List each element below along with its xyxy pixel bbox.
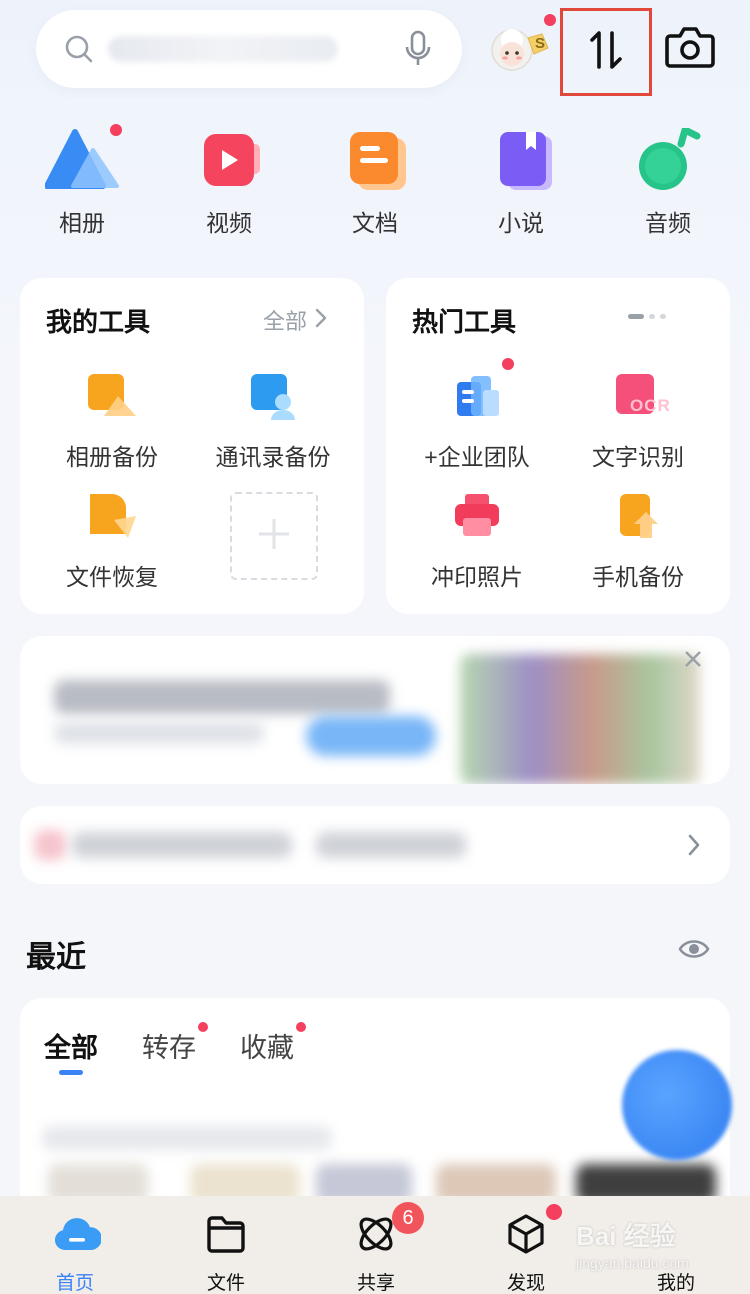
banner-text-blurred <box>54 680 390 714</box>
nav-files[interactable]: 文件 <box>181 1212 271 1294</box>
banner-button-blurred <box>306 716 436 756</box>
enterprise-team-icon <box>449 372 505 424</box>
tool-album-backup[interactable]: 相册备份 <box>27 372 197 472</box>
my-tools-all-link[interactable]: 全部 <box>263 304 327 336</box>
eye-icon[interactable] <box>678 936 710 967</box>
avatar-badge: S <box>535 35 546 52</box>
transfer-sort-icon <box>584 28 628 77</box>
audio-icon <box>631 126 705 194</box>
notice-icon-blurred <box>34 830 66 860</box>
tab-transfer[interactable]: 转存 <box>142 1026 196 1065</box>
tab-all[interactable]: 全部 <box>44 1026 98 1065</box>
print-photo-icon <box>449 492 505 544</box>
recent-title: 最近 <box>26 941 86 974</box>
banner-subtext-blurred <box>54 722 264 744</box>
video-icon <box>192 128 266 194</box>
share-badge: 6 <box>392 1202 424 1234</box>
my-tools-card: 我的工具 全部 相册备份 通讯录备份 文件恢复 <box>20 278 364 614</box>
avatar-notification-dot <box>544 14 556 26</box>
tool-file-recovery[interactable]: 文件恢复 <box>27 492 197 592</box>
contacts-backup-icon <box>245 372 301 424</box>
category-audio[interactable]: 音频 <box>623 126 713 238</box>
album-backup-icon <box>84 372 140 424</box>
enterprise-team-notification-dot <box>502 358 514 370</box>
nav-home[interactable]: 首页 <box>30 1212 120 1294</box>
search-placeholder-blurred <box>108 36 338 62</box>
discover-box-icon <box>504 1212 548 1256</box>
ocr-icon: OCR <box>610 372 670 424</box>
camera-icon <box>664 27 716 74</box>
chevron-right-icon <box>315 308 327 333</box>
microphone-icon[interactable] <box>404 30 432 73</box>
category-album[interactable]: 相册 <box>37 128 127 238</box>
tool-phone-backup[interactable]: 手机备份 <box>553 492 723 592</box>
tool-contacts-backup[interactable]: 通讯录备份 <box>188 372 358 472</box>
tab-favorites-dot <box>296 1022 306 1032</box>
category-video[interactable]: 视频 <box>184 128 274 238</box>
transfer-sort-button[interactable] <box>560 8 652 96</box>
nav-discover[interactable]: 发现 <box>481 1212 571 1294</box>
add-tool-button[interactable] <box>230 492 318 580</box>
page-indicator <box>628 314 666 319</box>
avatar[interactable]: S <box>488 24 549 76</box>
album-notification-dot <box>110 124 122 136</box>
tool-ocr[interactable]: OCR 文字识别 <box>553 372 723 472</box>
folder-icon <box>204 1212 248 1256</box>
chevron-right-icon <box>688 834 700 861</box>
notice-text-blurred <box>72 832 292 858</box>
plus-icon <box>257 517 291 556</box>
category-novel[interactable]: 小说 <box>476 128 566 238</box>
hot-tools-title: 热门工具 <box>412 307 517 337</box>
novel-icon <box>484 128 558 194</box>
floating-action-button[interactable] <box>622 1050 732 1160</box>
home-cloud-icon <box>53 1212 102 1256</box>
album-icon <box>44 128 119 194</box>
notice-text2-blurred <box>316 832 466 858</box>
tool-print-photo[interactable]: 冲印照片 <box>392 492 562 592</box>
tab-all-underline <box>59 1070 83 1075</box>
hot-tools-card: 热门工具 +企业团队 OCR 文字识别 冲印照片 手机备份 <box>386 278 730 614</box>
camera-button[interactable] <box>664 24 716 74</box>
my-tools-title: 我的工具 <box>46 307 151 337</box>
category-document[interactable]: 文档 <box>330 128 420 238</box>
banner-close-icon[interactable] <box>684 650 702 673</box>
tool-enterprise-team[interactable]: +企业团队 <box>392 372 562 472</box>
document-icon <box>338 128 412 194</box>
watermark: Bai 经验 jingyan.baidu.com <box>576 1221 689 1271</box>
banner-image-blurred <box>460 654 700 784</box>
search-bar[interactable] <box>36 10 462 88</box>
search-icon <box>64 34 94 69</box>
phone-backup-icon <box>610 492 666 544</box>
file-recovery-icon <box>84 492 140 544</box>
promo-banner[interactable] <box>20 636 730 784</box>
recent-header-blurred <box>42 1126 332 1150</box>
tab-transfer-dot <box>198 1022 208 1032</box>
notice-row[interactable] <box>20 806 730 884</box>
tab-favorites[interactable]: 收藏 <box>240 1026 294 1065</box>
discover-dot <box>546 1204 562 1220</box>
